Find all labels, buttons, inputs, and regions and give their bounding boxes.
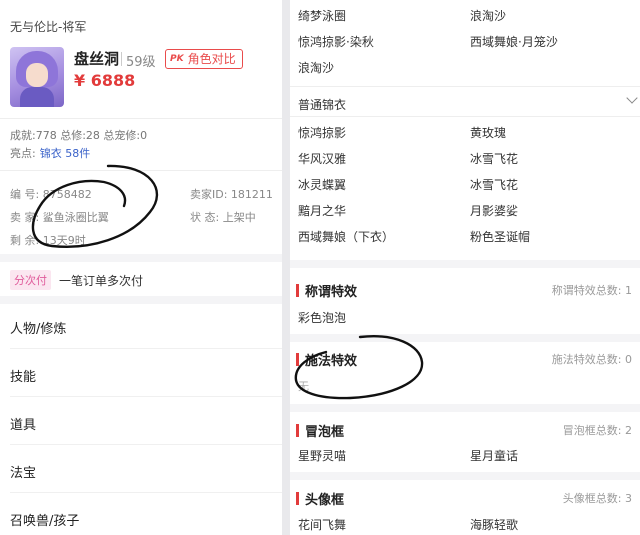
section-marker	[296, 492, 299, 505]
avatar-frame-count-label: 头像框总数:	[562, 492, 622, 505]
installment-text: 一笔订单多次付	[59, 273, 144, 288]
installment-pay-row[interactable]: 分次付 一笔订单多次付	[10, 270, 143, 290]
avatar-frame-count-value: 3	[625, 492, 632, 505]
avatar-frame-header: 头像框	[296, 489, 344, 508]
menu-item-treasures[interactable]: 法宝	[10, 462, 36, 481]
menu-item-skills[interactable]: 技能	[10, 366, 36, 385]
section-gap	[290, 472, 640, 480]
menu-item-pets[interactable]: 召唤兽/孩子	[10, 510, 79, 529]
hand-drawn-circle	[31, 164, 159, 248]
section-gap	[0, 296, 282, 304]
installment-tag: 分次付	[10, 270, 51, 290]
divider	[10, 492, 282, 493]
left-panel: 无与伦比-将军 盘丝洞 59级 PK 角色对比 ¥ 6888 成就:778 总修…	[0, 0, 282, 535]
menu-item-character[interactable]: 人物/修炼	[10, 318, 66, 337]
bubble-frame-item: 星野灵喵	[298, 449, 347, 463]
section-gap	[0, 254, 282, 262]
bubble-frame-header: 冒泡框	[296, 421, 344, 440]
menu-item-items[interactable]: 道具	[10, 414, 36, 433]
right-panel: 绮梦泳圈 浪淘沙 惊鸿掠影·染秋 西域舞娘·月笼沙 浪淘沙 普通锦衣 惊鸿掠影 …	[290, 0, 640, 535]
hand-drawn-circle	[294, 335, 424, 400]
divider	[10, 348, 282, 349]
avatar-frame-title: 头像框	[305, 493, 345, 508]
bubble-frame-item: 星月童话	[470, 449, 519, 463]
bubble-frame-title: 冒泡框	[305, 425, 345, 440]
bubble-frame-count: 冒泡框总数: 2	[563, 422, 632, 438]
bubble-frame-count-label: 冒泡框总数:	[562, 424, 622, 437]
divider	[10, 396, 282, 397]
section-gap	[290, 404, 640, 412]
avatar-frame-item: 海豚轻歌	[470, 518, 519, 532]
avatar-frame-item: 花间飞舞	[298, 518, 347, 532]
divider	[10, 444, 282, 445]
bubble-frame-count-value: 2	[625, 424, 632, 437]
avatar-frame-count: 头像框总数: 3	[563, 490, 632, 506]
section-marker	[296, 424, 299, 437]
